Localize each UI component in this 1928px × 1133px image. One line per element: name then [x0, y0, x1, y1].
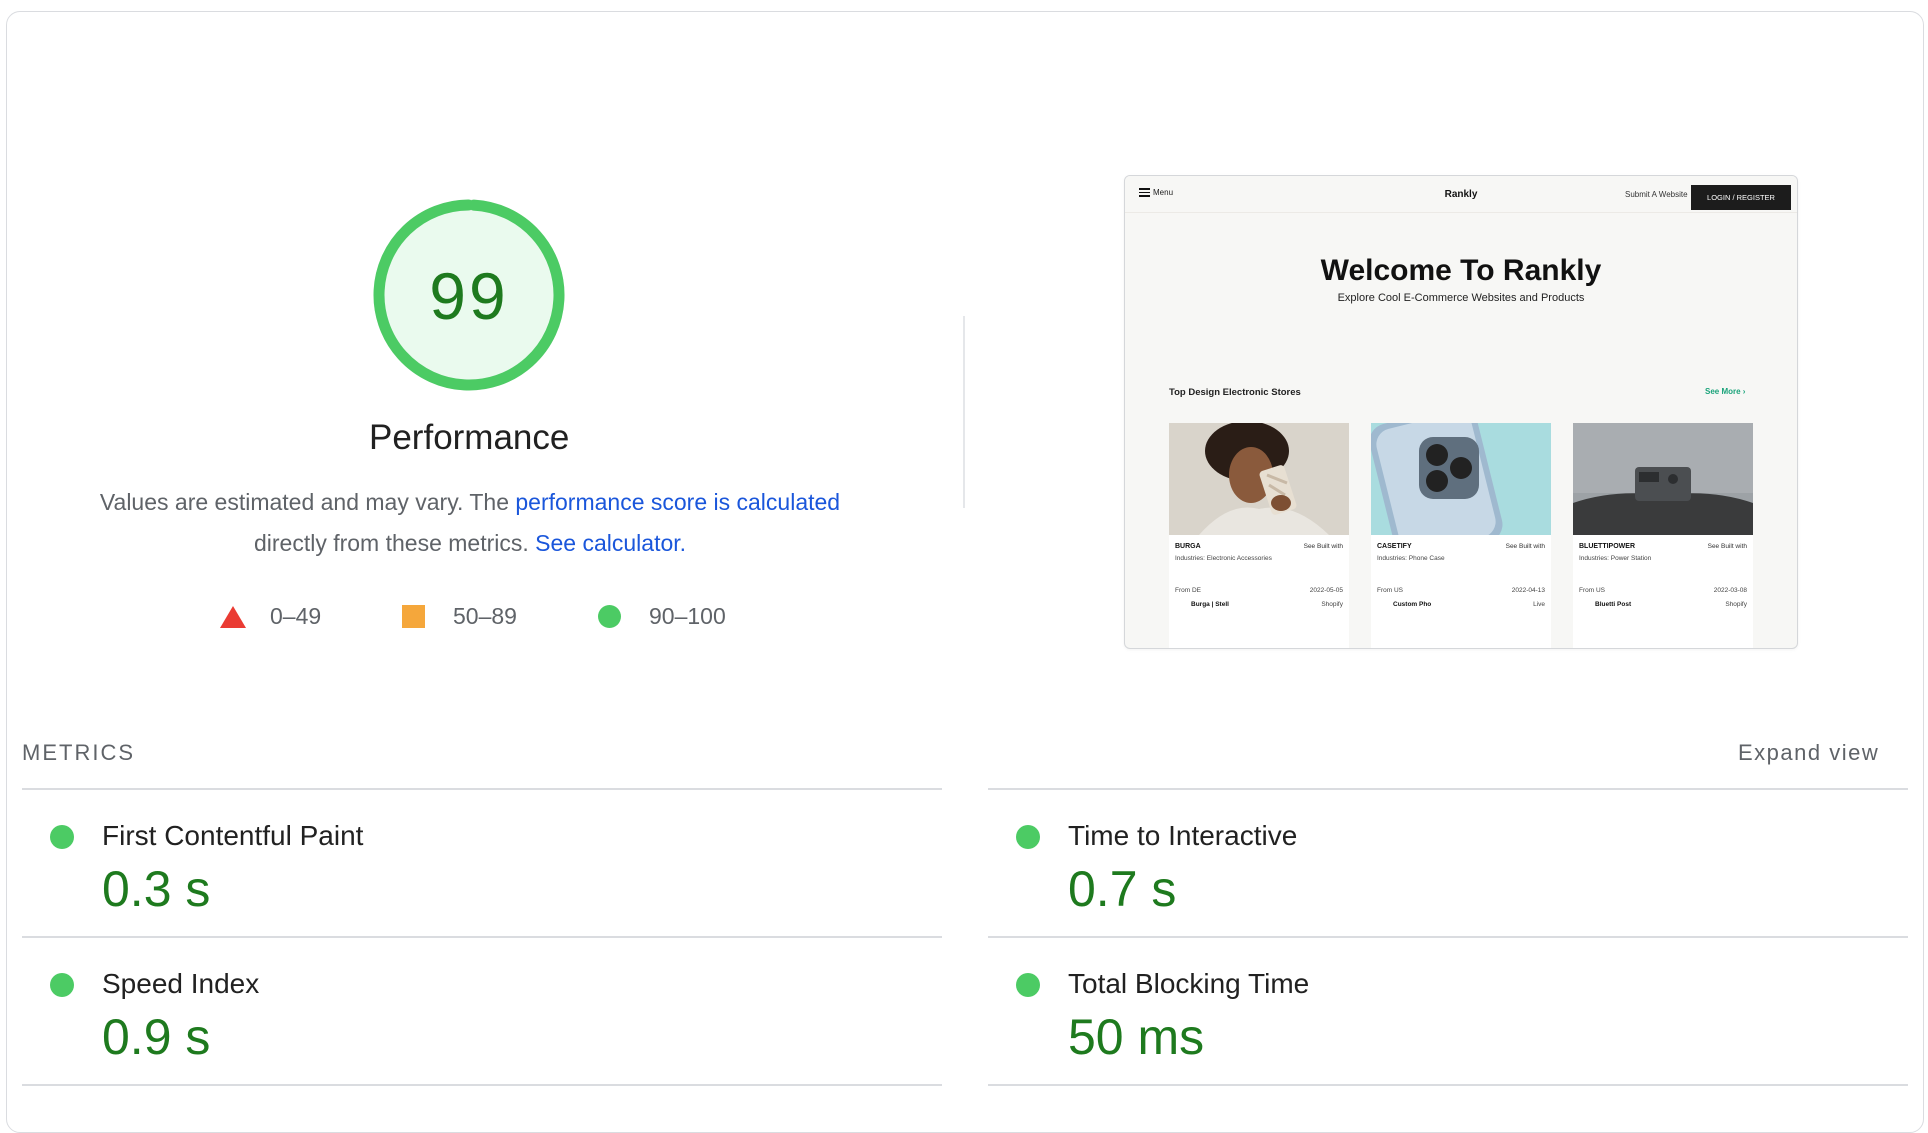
thumb-subheadline: Explore Cool E-Commerce Websites and Pro…	[1337, 292, 1585, 304]
thumb-card-platform: Live	[1533, 601, 1545, 608]
thumb-card-industry: Industries: Power Station	[1579, 555, 1652, 562]
thumb-card: BLUETTIPOWER See Built with Industries: …	[1573, 423, 1753, 648]
legend-fail: 0–49	[220, 603, 321, 630]
thumb-card-platform: Shopify	[1725, 601, 1747, 608]
metric-title: Time to Interactive	[1068, 820, 1298, 851]
metric-first-contentful-paint: First Contentful Paint 0.3 s	[22, 790, 942, 936]
metric-time-to-interactive: Time to Interactive 0.7 s	[988, 790, 1908, 936]
product-image-woman-phone	[1169, 423, 1349, 535]
metric-value: 50 ms	[1068, 1009, 1205, 1065]
performance-score-link[interactable]: performance score is calculated	[515, 489, 840, 515]
expand-view-toggle[interactable]: Expand view	[1738, 740, 1879, 766]
legend-average-label: 50–89	[453, 603, 517, 629]
thumb-submit-link: Submit A Website	[1625, 190, 1688, 199]
vertical-divider	[963, 316, 965, 508]
metric-title: First Contentful Paint	[102, 820, 364, 851]
thumb-card-from: From US	[1579, 587, 1605, 594]
metric-value: 0.7 s	[1068, 861, 1177, 917]
performance-score: 99	[429, 259, 509, 333]
pass-circle-icon	[1016, 973, 1040, 997]
pass-circle-icon	[1016, 825, 1040, 849]
thumb-card-owner: Burga | Stell	[1191, 601, 1229, 608]
thumb-card-owner: Custom Pho	[1393, 601, 1432, 608]
category-title: Performance	[369, 418, 570, 457]
thumb-card-industry: Industries: Electronic Accessories	[1175, 555, 1272, 562]
performance-gauge: 99	[369, 195, 569, 395]
metric-value: 0.3 s	[102, 861, 211, 917]
thumb-navbar: Menu Rankly Submit A Website LOGIN / REG…	[1125, 176, 1797, 213]
divider	[988, 1084, 1908, 1086]
metric-speed-index: Speed Index 0.9 s	[22, 938, 942, 1084]
thumb-login-button: LOGIN / REGISTER	[1691, 185, 1791, 210]
metric-total-blocking-time: Total Blocking Time 50 ms	[988, 938, 1908, 1084]
metric-title: Total Blocking Time	[1068, 968, 1310, 999]
square-average-icon	[402, 605, 425, 628]
thumb-headline: Welcome To Rankly	[1320, 254, 1602, 287]
thumb-see-more: See More ›	[1705, 387, 1746, 396]
thumb-card-built: See Built with	[1707, 543, 1747, 550]
thumb-card-from: From US	[1377, 587, 1403, 594]
metrics-section-label: METRICS	[22, 740, 135, 765]
thumb-card-name: BURGA	[1175, 543, 1201, 550]
thumb-card-built: See Built with	[1303, 543, 1343, 550]
thumb-card: BURGA See Built with Industries: Electro…	[1169, 423, 1349, 648]
legend-average: 50–89	[402, 603, 517, 630]
legend-pass-label: 90–100	[649, 603, 726, 629]
thumb-card-industry: Industries: Phone Case	[1377, 555, 1445, 562]
product-image-power-station	[1573, 423, 1753, 535]
thumb-card-built: See Built with	[1505, 543, 1545, 550]
description-mid: directly from these metrics.	[253, 530, 529, 556]
thumb-card-platform: Shopify	[1321, 601, 1343, 608]
product-image-phone-case	[1371, 423, 1551, 535]
calculator-link[interactable]: See calculator.	[535, 530, 686, 556]
thumb-card-owner: Bluetti Post	[1595, 601, 1632, 608]
circle-pass-icon	[598, 605, 621, 628]
thumb-card-from: From DE	[1175, 587, 1201, 594]
thumb-card: CASETIFY See Built with Industries: Phon…	[1371, 423, 1551, 648]
thumb-card-date: 2022-04-13	[1511, 587, 1545, 594]
final-screenshot[interactable]: Menu Rankly Submit A Website LOGIN / REG…	[1124, 175, 1798, 649]
metric-value: 0.9 s	[102, 1009, 211, 1065]
thumb-section-title: Top Design Electronic Stores	[1169, 387, 1301, 398]
description-prefix: Values are estimated and may vary. The	[99, 489, 509, 515]
divider	[22, 1084, 942, 1086]
legend-pass: 90–100	[598, 603, 726, 630]
thumb-card-name: BLUETTIPOWER	[1579, 543, 1635, 550]
thumb-card-date: 2022-05-05	[1309, 587, 1343, 594]
score-description: Values are estimated and may vary. The p…	[60, 482, 880, 564]
pass-circle-icon	[50, 825, 74, 849]
thumb-card-name: CASETIFY	[1377, 543, 1412, 550]
thumb-card-date: 2022-03-08	[1713, 587, 1747, 594]
triangle-fail-icon	[220, 605, 246, 628]
metric-title: Speed Index	[102, 968, 260, 999]
legend-fail-label: 0–49	[270, 603, 322, 629]
pass-circle-icon	[50, 973, 74, 997]
